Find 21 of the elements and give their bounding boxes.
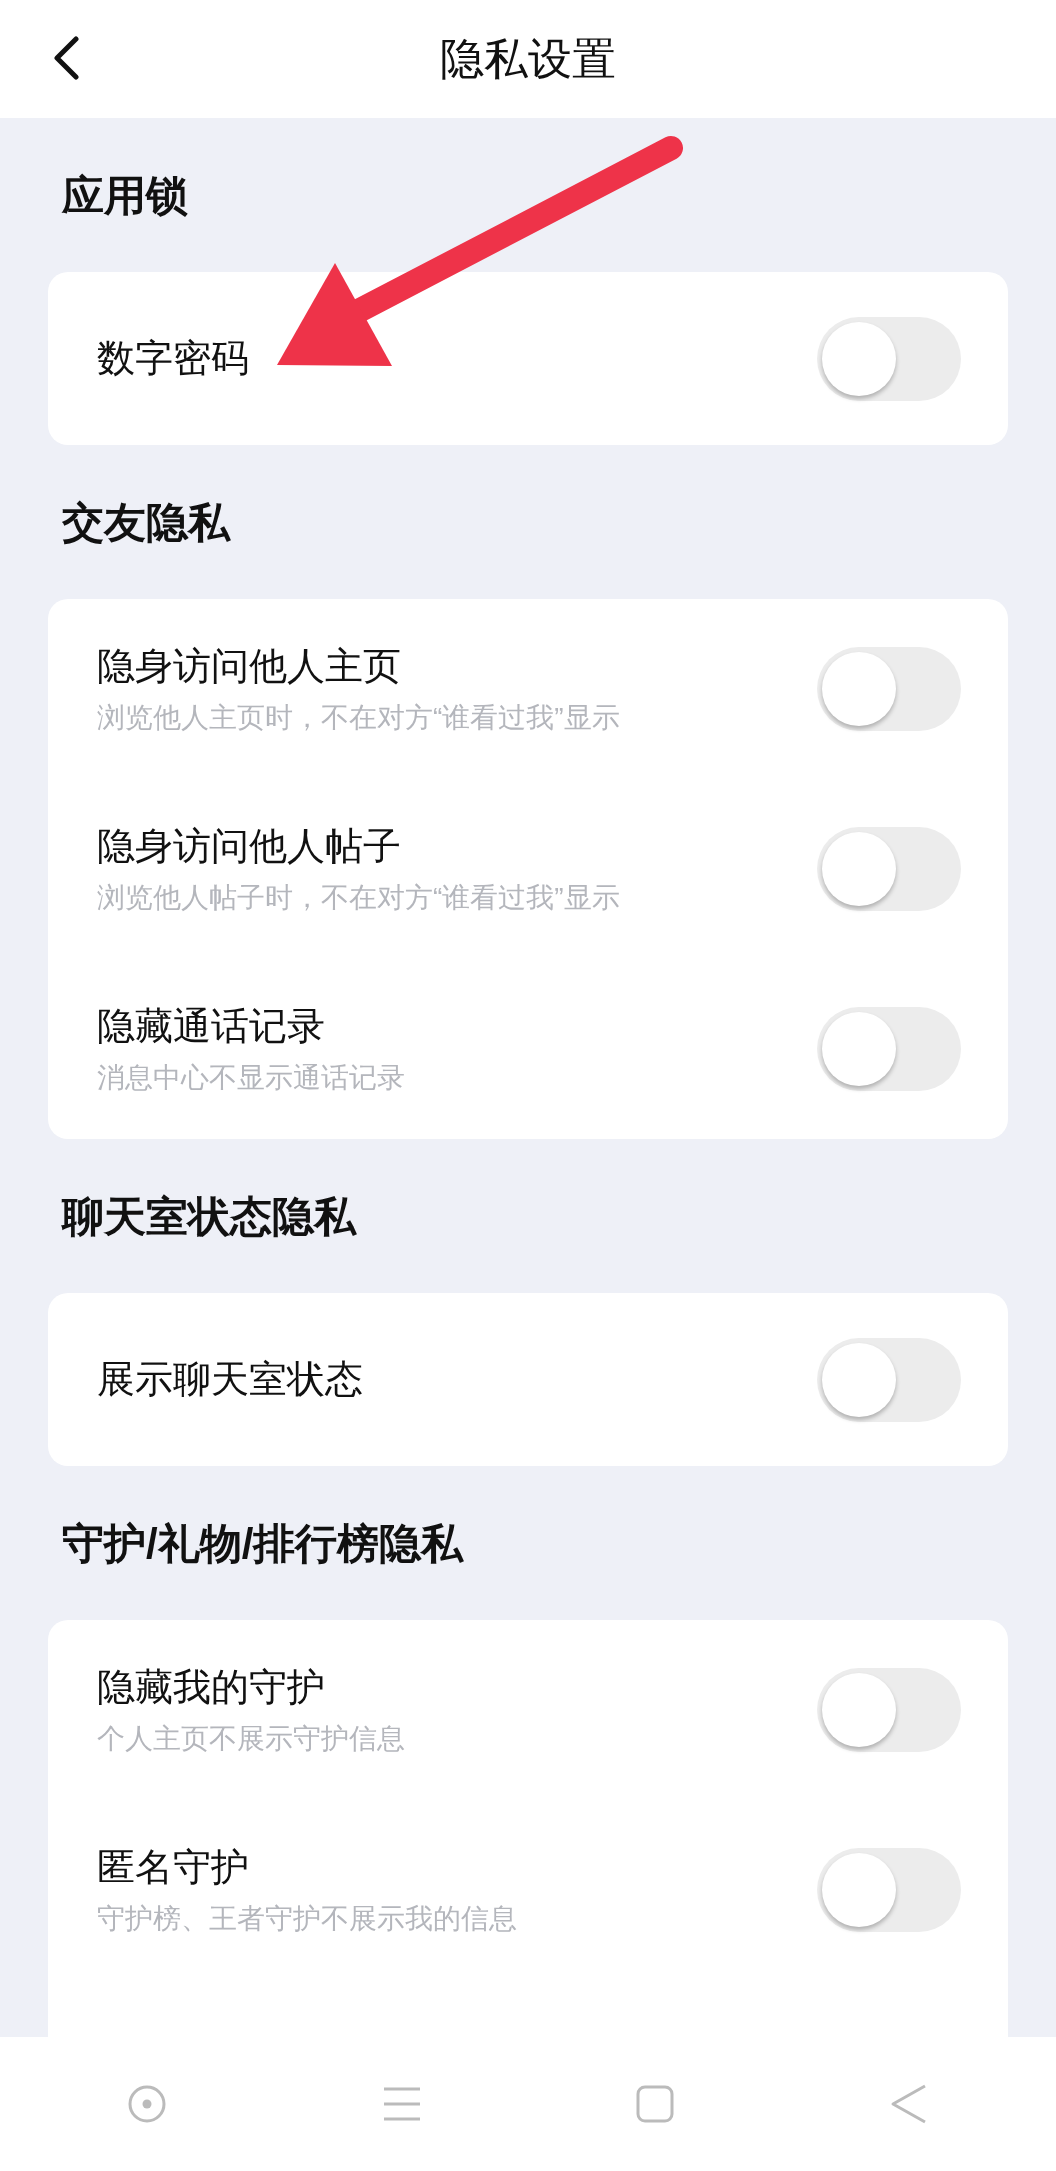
section-title: 应用锁 [62, 170, 188, 221]
setting-description: 个人主页不展示守护信息 [97, 1722, 405, 1757]
setting-description: 守护榜、王者守护不展示我的信息 [97, 1902, 517, 1937]
section-title: 聊天室状态隐私 [62, 1191, 356, 1242]
menu-icon[interactable] [381, 2086, 422, 2122]
setting-label: 匿名守护 [97, 1844, 250, 1890]
setting-description: 消息中心不显示通话记录 [97, 1061, 405, 1096]
setting-label: 数字密码 [97, 335, 249, 381]
setting-description: 浏览他人帖子时，不在对方“谁看过我”显示 [97, 881, 620, 916]
home-icon[interactable] [127, 2084, 168, 2124]
setting-label: 隐藏通话记录 [97, 1003, 326, 1049]
setting-label: 隐身访问他人主页 [97, 643, 402, 689]
setting-label: 展示聊天室状态 [97, 1356, 363, 1402]
setting-label: 隐藏我的守护 [97, 1664, 326, 1710]
setting-description: 浏览他人主页时，不在对方“谁看过我”显示 [97, 701, 620, 736]
section-title: 守护/礼物/排行榜隐私 [62, 1518, 464, 1569]
page-title: 隐私设置 [440, 33, 616, 85]
setting-label: 隐身访问他人帖子 [97, 823, 402, 869]
square-icon[interactable] [636, 2085, 675, 2123]
section-title: 交友隐私 [62, 497, 230, 548]
back-icon[interactable] [52, 36, 80, 80]
